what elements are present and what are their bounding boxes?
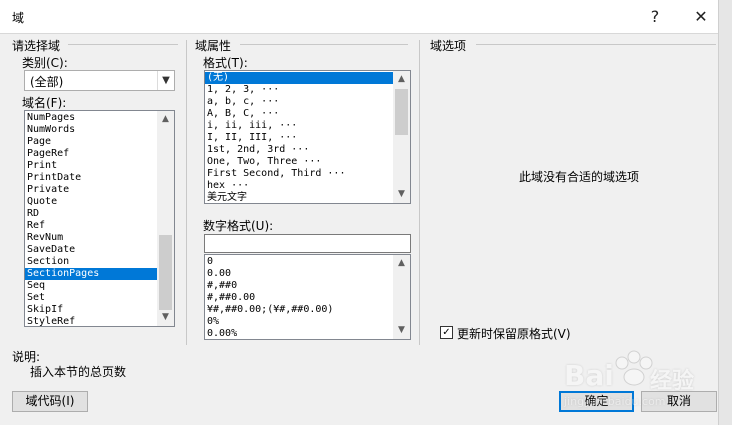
list-item[interactable]: Print [25,160,174,172]
list-item[interactable]: Quote [25,196,174,208]
preserve-format-checkbox[interactable]: ✓ [440,326,453,339]
list-item[interactable]: Set [25,292,174,304]
group-divider [68,44,178,45]
watermark-brand-tail: 经验 [650,369,695,394]
number-format-list[interactable]: 0 0.00 #,##0 #,##0.00 ¥#,##0.00;(¥#,##0.… [204,254,411,340]
list-item[interactable]: i, ii, iii, ··· [205,120,410,132]
list-item[interactable]: I, II, III, ··· [205,132,410,144]
chevron-down-icon[interactable]: ▼ [157,71,174,90]
list-item[interactable]: 0 [205,256,410,268]
list-item[interactable]: RevNum [25,232,174,244]
list-item[interactable]: A, B, C, ··· [205,108,410,120]
scroll-down-icon[interactable]: ▼ [157,309,174,326]
list-item[interactable]: 0% [205,316,410,328]
list-item[interactable]: RD [25,208,174,220]
field-names-label: 域名(F): [22,96,67,110]
scroll-up-icon[interactable]: ▲ [393,255,410,272]
format-list-scrollbar[interactable]: ▲ ▼ [393,71,410,203]
field-options-group-title: 域选项 [430,39,467,53]
scroll-thumb[interactable] [159,235,172,310]
close-button[interactable]: ✕ [686,4,716,30]
list-item[interactable]: PrintDate [25,172,174,184]
field-names-list[interactable]: NumPages NumWords Page PageRef Print Pri… [24,110,175,327]
list-item[interactable]: hex ··· [205,180,410,192]
scroll-down-icon[interactable]: ▼ [393,186,410,203]
list-item[interactable]: 0.00 [205,268,410,280]
list-item[interactable]: a, b, c, ··· [205,96,410,108]
list-item[interactable]: StyleRef [25,316,174,326]
field-properties-group-title: 域属性 [195,39,232,53]
watermark-url: jingyan.baidu.com [564,395,666,408]
list-item[interactable]: First Second, Third ··· [205,168,410,180]
no-options-text: 此域没有合适的域选项 [519,170,640,184]
category-value: (全部) [30,75,64,89]
list-item[interactable]: Page [25,136,174,148]
list-item[interactable]: NumWords [25,124,174,136]
select-field-group-title: 请选择域 [12,39,61,53]
number-format-scrollbar[interactable]: ▲ ▼ [393,255,410,339]
list-item[interactable]: One, Two, Three ··· [205,156,410,168]
category-label: 类别(C): [22,56,68,70]
scroll-up-icon[interactable]: ▲ [393,71,410,88]
list-item[interactable]: SaveDate [25,244,174,256]
background-window-edge [718,0,732,425]
list-item[interactable]: 1, 2, 3, ··· [205,84,410,96]
number-format-label: 数字格式(U): [203,219,274,233]
list-item[interactable]: 美元文字 [205,192,410,203]
help-button[interactable]: ? [640,4,670,30]
list-item[interactable]: #,##0.00 [205,292,410,304]
scroll-thumb[interactable] [395,89,408,135]
list-item-selected[interactable]: SectionPages [25,268,174,280]
column-divider [419,40,420,345]
list-item[interactable]: NumPages [25,112,174,124]
window-title: 域 [12,11,25,25]
number-format-input[interactable] [204,234,411,253]
list-item[interactable]: PageRef [25,148,174,160]
description-text: 插入本节的总页数 [30,365,127,379]
list-item[interactable]: #,##0 [205,280,410,292]
group-divider [476,44,716,45]
field-codes-button[interactable]: 域代码(I) [12,391,88,412]
list-item[interactable]: SkipIf [25,304,174,316]
category-dropdown[interactable]: (全部) ▼ [24,70,175,91]
field-list-scrollbar[interactable]: ▲ ▼ [157,111,174,326]
list-item[interactable]: 1st, 2nd, 3rd ··· [205,144,410,156]
group-divider [240,44,408,45]
title-bar: 域 ? ✕ [0,0,718,34]
list-item[interactable]: Section [25,256,174,268]
format-list[interactable]: (无) 1, 2, 3, ··· a, b, c, ··· A, B, C, ·… [204,70,411,204]
baidu-watermark: Bai 经验 jingyan.baidu.com [560,345,720,415]
list-item[interactable]: 0.00% [205,328,410,339]
watermark-brand: Bai [564,359,614,392]
list-item[interactable]: Private [25,184,174,196]
list-item[interactable]: Seq [25,280,174,292]
scroll-down-icon[interactable]: ▼ [393,322,410,339]
preserve-format-label[interactable]: 更新时保留原格式(V) [457,325,571,342]
list-item-selected[interactable]: (无) [205,72,410,84]
format-label: 格式(T): [203,56,248,70]
scroll-up-icon[interactable]: ▲ [157,111,174,128]
list-item[interactable]: ¥#,##0.00;(¥#,##0.00) [205,304,410,316]
list-item[interactable]: Ref [25,220,174,232]
column-divider [186,40,187,345]
